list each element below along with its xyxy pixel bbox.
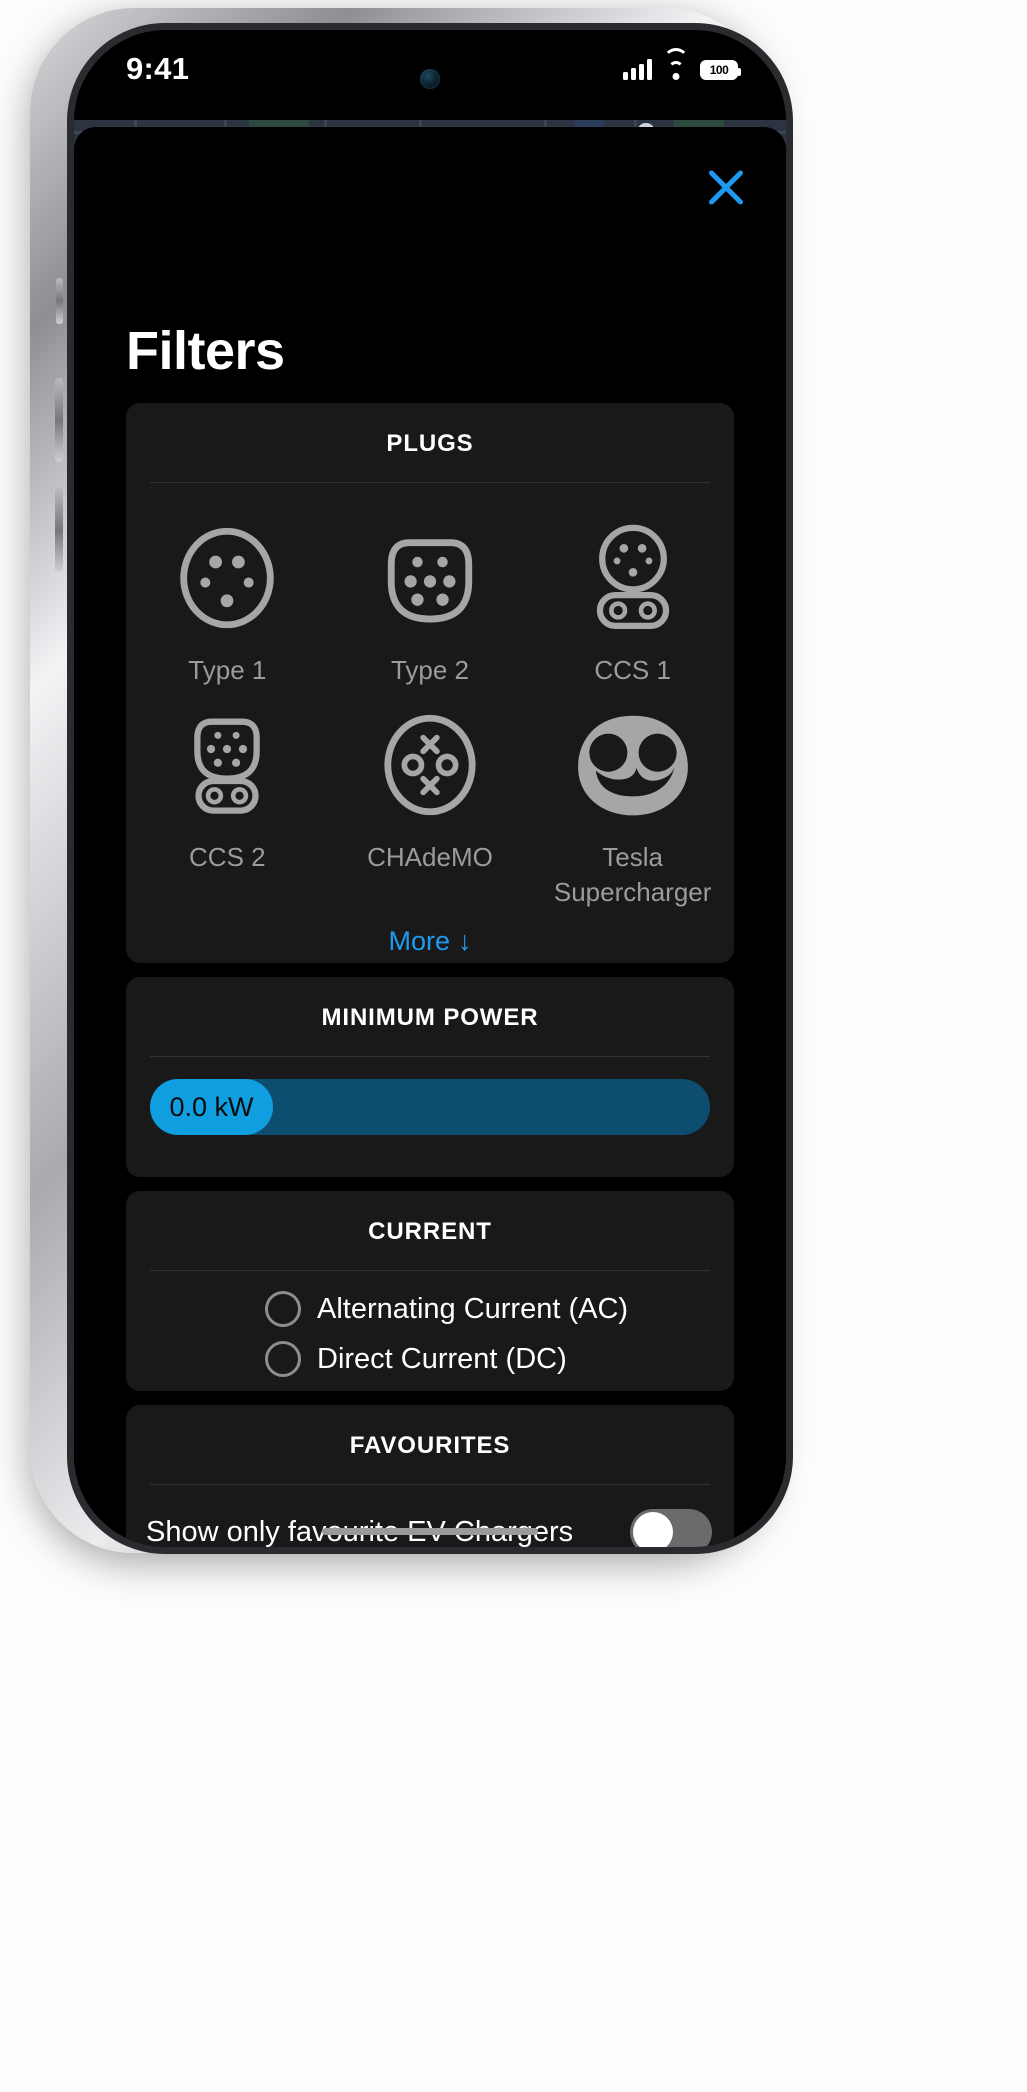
plug-chademo-icon [373, 698, 487, 832]
current-header: CURRENT [368, 1218, 492, 1245]
plug-option-type2[interactable]: Type 2 [329, 501, 532, 688]
favourites-toggle-row[interactable]: Show only favourite EV Chargers [126, 1485, 734, 1547]
silent-switch[interactable] [56, 278, 63, 324]
favourites-card: FAVOURITES Show only favourite EV Charge… [126, 1405, 734, 1547]
plug-option-chademo[interactable]: CHAdeMO [329, 688, 532, 910]
current-card: CURRENT Alternating Current (AC) Direct … [126, 1191, 734, 1391]
minimum-power-header: MINIMUM POWER [321, 1004, 539, 1031]
plug-label: Tesla Supercharger [553, 842, 712, 908]
plug-type2-icon [373, 511, 487, 645]
phone-screen: Filters PLUGS Type 1 Type 2 CCS 1 CCS 2 … [74, 30, 786, 1547]
current-options: Alternating Current (AC) Direct Current … [126, 1271, 734, 1391]
status-time: 9:41 [126, 51, 190, 86]
plug-label: Type 2 [390, 655, 470, 685]
favourites-header: FAVOURITES [349, 1432, 511, 1459]
phone-frame: Filters PLUGS Type 1 Type 2 CCS 1 CCS 2 … [30, 8, 793, 1554]
close-button[interactable] [700, 161, 752, 213]
minimum-power-slider[interactable]: 0.0 kW [126, 1057, 734, 1161]
plug-option-ccs2[interactable]: CCS 2 [126, 688, 329, 910]
status-icons: 100 [623, 47, 741, 80]
plug-option-ccs1[interactable]: CCS 1 [531, 501, 734, 688]
close-icon [700, 161, 752, 213]
plug-ccs1-icon [576, 511, 690, 645]
home-indicator[interactable] [322, 1528, 538, 1535]
minimum-power-card: MINIMUM POWER 0.0 kW [126, 977, 734, 1177]
screenshot-canvas: Filters PLUGS Type 1 Type 2 CCS 1 CCS 2 … [0, 0, 1027, 2092]
plug-label: Type 1 [188, 655, 267, 685]
slider-knob[interactable]: 0.0 kW [150, 1079, 273, 1135]
dynamic-island [294, 48, 566, 110]
plugs-card: PLUGS Type 1 Type 2 CCS 1 CCS 2 CHAdeMO … [126, 403, 734, 963]
more-plugs-button[interactable]: More ↓ [388, 926, 471, 957]
current-option-ac[interactable]: Alternating Current (AC) [265, 1291, 628, 1327]
battery-icon: 100 [700, 59, 741, 80]
plug-tesla-supercharger-icon [571, 698, 695, 832]
plug-ccs2-icon [170, 698, 284, 832]
arrow-down-icon: ↓ [458, 926, 472, 957]
plug-option-tesla-supercharger[interactable]: Tesla Supercharger [531, 688, 734, 910]
volume-up-button[interactable] [55, 378, 63, 462]
toggle-knob [633, 1512, 673, 1547]
plug-label: CCS 1 [594, 655, 671, 685]
volume-down-button[interactable] [55, 488, 63, 572]
plugs-header: PLUGS [386, 430, 474, 457]
cellular-signal-icon [623, 58, 652, 80]
more-label: More [388, 926, 450, 957]
page-title: Filters [126, 321, 285, 381]
filters-sheet: Filters PLUGS Type 1 Type 2 CCS 1 CCS 2 … [74, 127, 786, 1547]
plug-option-type1[interactable]: Type 1 [126, 501, 329, 688]
current-option-label: Direct Current (DC) [317, 1342, 567, 1375]
front-camera-icon [420, 69, 440, 89]
current-option-dc[interactable]: Direct Current (DC) [265, 1341, 595, 1377]
battery-level: 100 [702, 61, 736, 78]
radio-unchecked-icon[interactable] [265, 1291, 301, 1327]
plug-type1-icon [170, 511, 284, 645]
plug-label: CHAdeMO [367, 842, 493, 873]
favourites-toggle[interactable] [630, 1509, 712, 1547]
radio-unchecked-icon[interactable] [265, 1341, 301, 1377]
current-option-label: Alternating Current (AC) [317, 1292, 629, 1325]
more-plugs-row: More ↓ [126, 910, 734, 957]
plugs-grid: Type 1 Type 2 CCS 1 CCS 2 CHAdeMO Tesla … [126, 483, 734, 910]
wifi-icon [663, 47, 689, 80]
plug-label: CCS 2 [189, 842, 266, 873]
app-screen: Filters PLUGS Type 1 Type 2 CCS 1 CCS 2 … [74, 30, 786, 1547]
slider-track[interactable]: 0.0 kW [150, 1079, 710, 1135]
